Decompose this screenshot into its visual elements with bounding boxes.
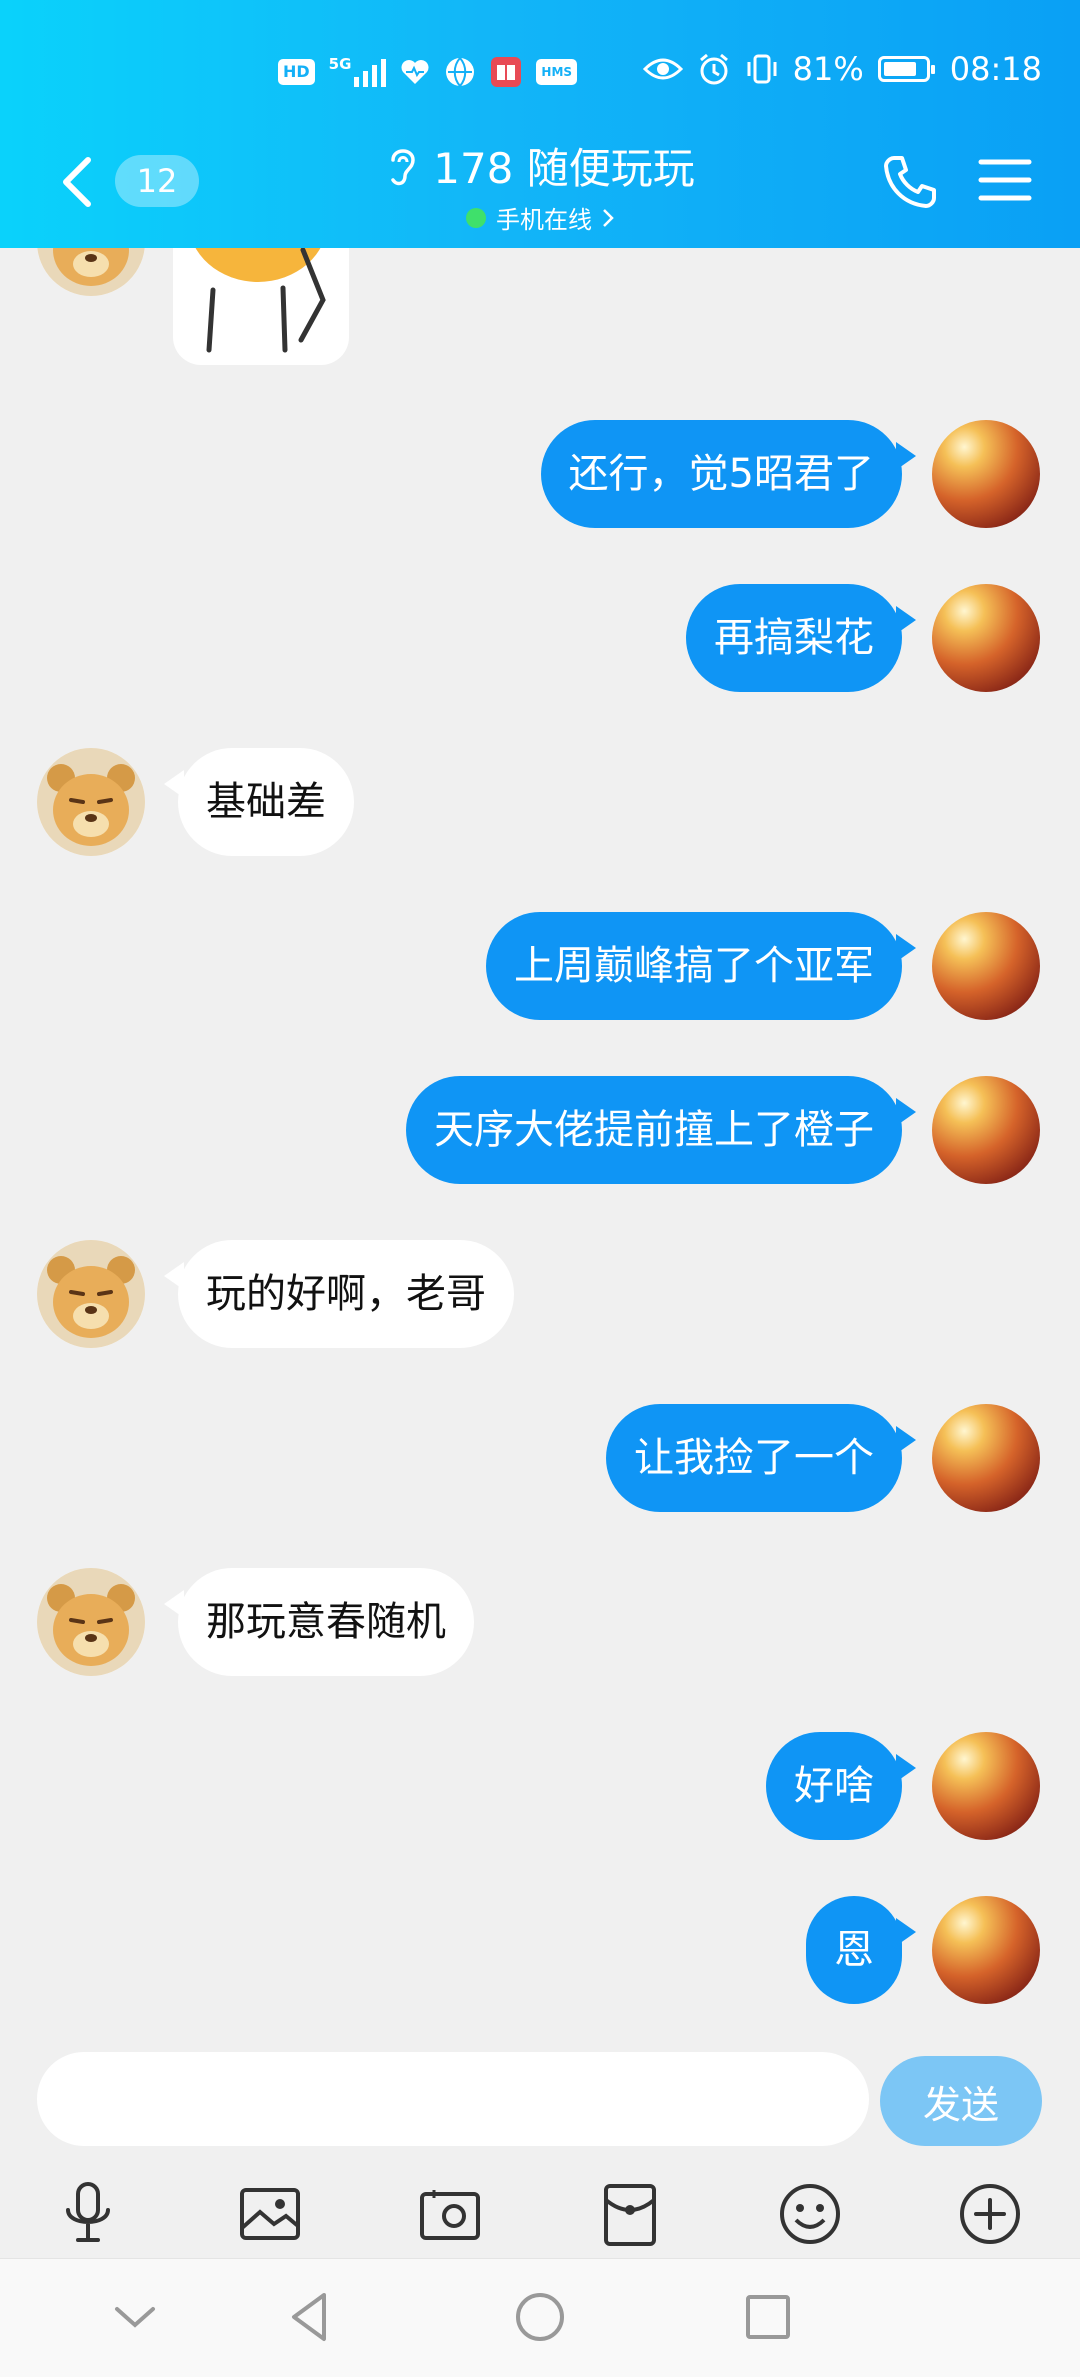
eye-comfort-icon — [642, 58, 683, 80]
chat-title: 178 随便玩玩 — [433, 144, 695, 193]
my-avatar[interactable] — [932, 1732, 1040, 1840]
emoji-icon[interactable] — [774, 2178, 846, 2250]
system-nav-bar — [0, 2258, 1080, 2377]
browser-globe-icon — [446, 57, 475, 87]
online-status-dot — [466, 207, 486, 228]
incoming-message-bubble[interactable]: 玩的好啊，老哥 — [164, 1240, 514, 1348]
incoming-message-bubble[interactable]: 那玩意春随机 — [164, 1568, 474, 1676]
outgoing-message-bubble[interactable]: 天序大佬提前撞上了橙子 — [406, 1076, 916, 1184]
phone-call-icon[interactable] — [880, 152, 940, 212]
chat-title-block[interactable]: 178 随便玩玩 手机在线 — [340, 135, 740, 235]
outgoing-message-bubble[interactable]: 还行，觉5昭君了 — [540, 420, 917, 528]
hms-indicator: HMS — [536, 59, 578, 85]
my-avatar[interactable] — [932, 584, 1040, 692]
ear-mode-icon — [391, 148, 415, 185]
chat-header: HD 5G HMS 81% 08:18 12 178 随便玩玩 手机在线 — [0, 0, 1080, 248]
bear-avatar-icon — [37, 748, 145, 856]
contact-avatar[interactable] — [37, 1240, 145, 1348]
outgoing-message-bubble[interactable]: 再搞梨花 — [686, 584, 916, 692]
microphone-icon[interactable] — [52, 2178, 124, 2250]
input-toolbar — [0, 2178, 1080, 2250]
image-icon[interactable] — [234, 2178, 306, 2250]
incoming-message-bubble[interactable]: 基础差 — [164, 748, 354, 856]
menu-icon[interactable] — [975, 150, 1035, 210]
my-avatar[interactable] — [932, 1076, 1040, 1184]
bear-avatar-icon — [37, 1240, 145, 1348]
bear-avatar-icon — [37, 1568, 145, 1676]
signal-5g-indicator: 5G — [329, 57, 387, 87]
vibrate-icon — [747, 54, 777, 84]
alarm-icon — [699, 53, 728, 85]
hd-indicator: HD — [278, 59, 315, 85]
book-app-icon — [491, 57, 522, 87]
battery-icon — [877, 56, 935, 82]
battery-percent: 81% — [792, 50, 864, 88]
outgoing-message-bubble[interactable]: 上周巅峰搞了个亚军 — [486, 912, 916, 1020]
back-arrow-icon[interactable] — [50, 152, 110, 212]
my-avatar[interactable] — [932, 420, 1040, 528]
contact-avatar[interactable] — [37, 1568, 145, 1676]
message-input[interactable] — [37, 2052, 869, 2146]
outgoing-message-bubble[interactable]: 恩 — [806, 1896, 916, 2004]
plus-icon[interactable] — [954, 2178, 1026, 2250]
my-avatar[interactable] — [932, 912, 1040, 1020]
outgoing-message-bubble[interactable]: 让我捡了一个 — [606, 1404, 916, 1512]
my-avatar[interactable] — [932, 1896, 1040, 2004]
signal-bars-icon — [354, 57, 387, 87]
health-heart-icon — [401, 60, 429, 84]
red-packet-icon[interactable] — [594, 2178, 666, 2250]
network-type-label: 5G — [328, 55, 352, 73]
status-bar: HD 5G HMS 81% 08:18 — [0, 0, 1080, 150]
nav-home-icon[interactable] — [510, 2287, 570, 2347]
unread-count-badge[interactable]: 12 — [115, 155, 199, 207]
send-button[interactable]: 发送 — [880, 2056, 1042, 2146]
chevron-right-icon — [603, 208, 614, 227]
camera-icon[interactable] — [414, 2178, 486, 2250]
online-status-text: 手机在线 — [496, 206, 592, 234]
hide-keyboard-icon[interactable] — [105, 2287, 165, 2347]
nav-back-icon[interactable] — [280, 2287, 340, 2347]
my-avatar[interactable] — [932, 1404, 1040, 1512]
outgoing-message-bubble[interactable]: 好啥 — [766, 1732, 916, 1840]
contact-avatar[interactable] — [37, 748, 145, 856]
nav-recents-icon[interactable] — [738, 2287, 798, 2347]
input-area: 发送 — [0, 2028, 1080, 2258]
clock: 08:18 — [949, 50, 1042, 88]
